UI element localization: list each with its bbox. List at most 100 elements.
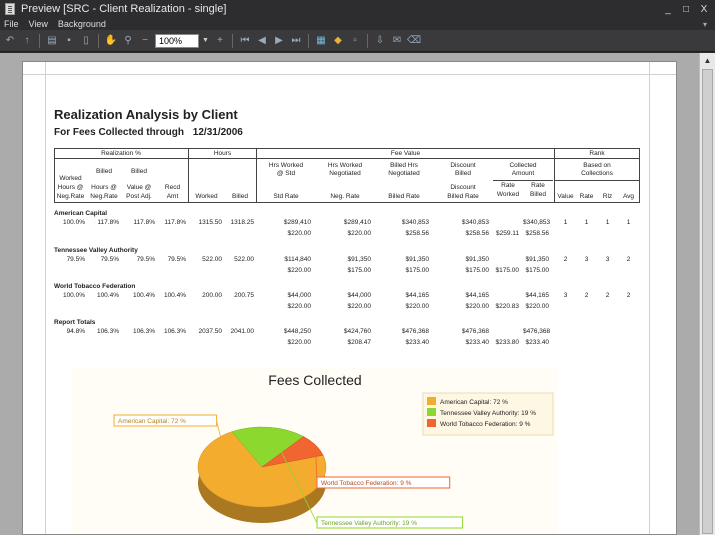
col-worked-hours-3: Neg.Rate — [56, 193, 85, 200]
fee-rate-cell: $258.56 — [525, 230, 550, 237]
watermark-icon[interactable]: ▫ — [348, 34, 362, 48]
fee-value-cell: $424,760 — [343, 328, 371, 335]
fee-value-cell: $289,410 — [283, 219, 311, 226]
header-rank: Rank — [589, 150, 605, 157]
chart-panel: Fees Collected American Capital: 72 % Ten… — [72, 367, 557, 534]
fees-collected-chart: Fees Collected American Capital: 72 % Ten… — [113, 372, 554, 529]
col-std-rate: Std Rate — [273, 193, 299, 200]
chart-title: Fees Collected — [268, 372, 361, 388]
close-preview-icon[interactable]: ⌫ — [407, 34, 421, 48]
rank-cell: 1 — [563, 219, 568, 226]
rank-sub-line — [555, 180, 639, 181]
col-hrs-worked-std-2: @ Std — [276, 170, 296, 177]
menu-file[interactable]: File — [4, 19, 19, 29]
col-billed-hrs-neg-1: Billed Hrs — [390, 162, 418, 169]
zoom-select[interactable]: 100% — [155, 33, 199, 48]
col-rank-value: Value — [557, 193, 574, 200]
export-icon[interactable]: ⇩ — [373, 34, 387, 48]
chevron-down-icon[interactable]: ▼ — [202, 34, 210, 48]
col-rate-worked-2: Worked — [496, 191, 520, 198]
vertical-scrollbar[interactable]: ▲ — [699, 53, 715, 535]
col-hours-worked: Worked — [195, 193, 218, 200]
fee-rate-cell: $208.47 — [347, 339, 372, 346]
menu-view[interactable]: View — [29, 19, 48, 29]
hours-group-line — [189, 158, 256, 159]
save-icon[interactable]: ▪ — [62, 34, 76, 48]
fee-value-cell: $340,853 — [461, 219, 489, 226]
client-name: World Tobacco Federation — [54, 283, 136, 290]
toolbar-separator — [308, 33, 309, 48]
last-page-icon[interactable]: ⏭ — [289, 34, 303, 48]
fee-rate-cell: $220.00 — [465, 303, 490, 310]
menu-background[interactable]: Background — [58, 19, 106, 29]
scroll-thumb[interactable] — [702, 69, 713, 534]
undo-icon[interactable]: ↶ — [3, 34, 17, 48]
fee-group-line — [257, 158, 554, 159]
legend-label: World Tobacco Federation: 9 % — [440, 421, 531, 428]
fee-value-cell: $289,410 — [343, 219, 371, 226]
rank-group-line — [555, 158, 639, 159]
report-subtitle: For Fees Collected through 12/31/2006 — [54, 127, 243, 138]
fee-value-cell: $44,165 — [405, 292, 430, 299]
realization-pct-cell: 106.3% — [163, 328, 186, 335]
col-rank-rate: Rate — [579, 193, 594, 200]
document-icon — [5, 3, 15, 15]
hours-cell: 2037.50 — [198, 328, 223, 335]
fee-value-cell: $476,368 — [461, 328, 489, 335]
zoom-out-icon[interactable]: − — [138, 34, 152, 48]
realization-pct-cell: 100.0% — [62, 219, 85, 226]
color-icon[interactable]: ◆ — [331, 34, 345, 48]
zoom-in-icon[interactable]: + — [213, 34, 227, 48]
header-fee-value: Fee Value — [390, 150, 421, 157]
col-worked-hours-2: Hours @ — [57, 184, 84, 191]
realization-pct-cell: 100.4% — [132, 292, 155, 299]
minimize-button[interactable]: _ — [661, 4, 675, 15]
realization-pct-cell: 100.0% — [62, 292, 85, 299]
email-icon[interactable]: ✉ — [390, 34, 404, 48]
next-page-icon[interactable]: ▶ — [272, 34, 286, 48]
col-rate-billed-2: Billed — [530, 191, 546, 198]
magnifier-icon[interactable]: ⚲ — [121, 34, 135, 48]
realization-pct-cell: 100.4% — [163, 292, 186, 299]
up-icon[interactable]: ↑ — [20, 34, 34, 48]
report-date: 12/31/2006 — [192, 127, 243, 138]
fee-rate-cell: $233.40 — [525, 339, 550, 346]
rank-cell: 3 — [563, 292, 568, 299]
page-margin-right — [649, 62, 650, 534]
fee-value-cell: $44,165 — [465, 292, 490, 299]
fee-rate-cell: $259.11 — [495, 230, 519, 237]
menu-bar: File View Background ▾ — [0, 18, 715, 30]
fee-value-cell: $114,840 — [284, 256, 311, 263]
first-page-icon[interactable]: ⏮ — [238, 34, 252, 48]
realization-pct-cell: 117.8% — [97, 219, 119, 226]
scroll-up-icon[interactable]: ▲ — [700, 53, 715, 67]
realization-pct-cell: 100.4% — [96, 292, 119, 299]
col-based-on-2: Collections — [581, 170, 613, 177]
prev-page-icon[interactable]: ◀ — [255, 34, 269, 48]
col-recd-amt-1: Recd — [164, 184, 181, 191]
col-collected-2: Amount — [511, 170, 535, 177]
page-icon[interactable]: ▯ — [79, 34, 93, 48]
rank-cell: 1 — [626, 219, 631, 226]
fee-value-cell: $44,000 — [347, 292, 372, 299]
menu-pin-icon[interactable]: ▾ — [703, 20, 707, 29]
callout-label: American Capital: 72 % — [118, 418, 186, 425]
col-neg-rate: Neg. Rate — [330, 193, 360, 200]
col-divider-5 — [639, 148, 640, 203]
close-button[interactable]: X — [697, 4, 711, 15]
page-margin-left — [45, 62, 46, 534]
restore-button[interactable]: □ — [679, 4, 693, 15]
realization-pct-cell: 106.3% — [132, 328, 155, 335]
legend-swatch — [427, 397, 436, 405]
hours-cell: 522.00 — [202, 256, 222, 263]
realization-pct-cell: 79.5% — [136, 256, 155, 263]
fee-rate-cell: $220.00 — [287, 230, 312, 237]
print-icon[interactable]: ▤ — [45, 34, 59, 48]
col-based-on-1: Based on — [583, 162, 611, 169]
rank-cell: 2 — [563, 256, 568, 263]
multipage-icon[interactable]: ▦ — [314, 34, 328, 48]
col-billed-hours-1: Billed — [96, 168, 112, 175]
hand-icon[interactable]: ✋ — [104, 34, 118, 48]
fee-value-cell: $476,368 — [523, 328, 551, 335]
fee-rate-cell: $220.00 — [525, 303, 550, 310]
